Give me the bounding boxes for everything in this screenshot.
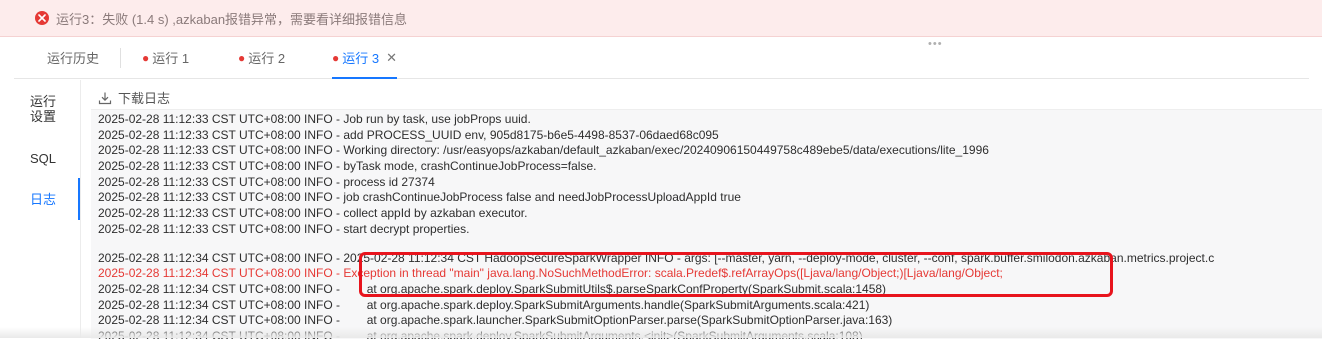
detail-sidebar: 运行 设置 SQL 日志 [14, 78, 84, 338]
close-circle-icon [35, 11, 49, 25]
download-log-label: 下载日志 [118, 91, 171, 106]
tab-run-history[interactable]: 运行历史 [47, 37, 99, 78]
log-line: 2025-02-28 11:12:33 CST UTC+08:00 INFO -… [98, 112, 531, 126]
log-line: 2025-02-28 11:12:33 CST UTC+08:00 INFO -… [98, 127, 719, 142]
log-line: 2025-02-28 11:12:33 CST UTC+08:00 INFO -… [98, 221, 470, 236]
close-icon[interactable]: ✕ [386, 50, 397, 66]
tab-label: 运行 3 [342, 51, 380, 66]
alert-message: 运行3：失败 (1.4 s) ,azkaban报错异常，需要看详细报错信息 [56, 11, 408, 27]
tab-run-2[interactable]: ● 运行 2 [238, 37, 285, 78]
error-dot-icon: ● [332, 50, 340, 65]
drag-handle-icon[interactable]: ••• [928, 38, 943, 50]
tab-run-3[interactable]: ● 运行 3 ✕ [332, 37, 397, 79]
error-dot-icon: ● [238, 50, 246, 65]
log-line: 2025-02-28 11:12:34 CST UTC+08:00 INFO -… [98, 250, 1215, 265]
log-line: 2025-02-28 11:12:33 CST UTC+08:00 INFO -… [98, 190, 741, 205]
log-line: 2025-02-28 11:12:33 CST UTC+08:00 INFO -… [98, 143, 989, 158]
log-lines: 2025-02-28 11:12:33 CST UTC+08:00 INFO -… [98, 112, 1322, 339]
download-log-button[interactable]: 下载日志 [98, 88, 170, 107]
error-dot-icon: ● [142, 50, 150, 65]
sidebar-item-run-settings[interactable]: 运行 设置 [30, 94, 56, 124]
log-line: 2025-02-28 11:12:33 CST UTC+08:00 INFO -… [98, 159, 597, 174]
sidebar-item-log[interactable]: 日志 [30, 192, 56, 207]
panel-bottom-shadow [0, 327, 1322, 338]
sidebar-divider [80, 80, 81, 338]
sidebar-item-sql[interactable]: SQL [30, 151, 56, 166]
log-line: 2025-02-28 11:12:33 CST UTC+08:00 INFO -… [98, 174, 435, 189]
tab-label: 运行 2 [248, 51, 286, 66]
log-line-error: 2025-02-28 11:12:34 CST UTC+08:00 INFO -… [98, 266, 1003, 281]
download-icon [98, 92, 112, 104]
tab-label: 运行历史 [47, 51, 100, 66]
log-line: 2025-02-28 11:12:34 CST UTC+08:00 INFO -… [98, 297, 870, 312]
log-output-panel[interactable]: 2025-02-28 11:12:33 CST UTC+08:00 INFO -… [91, 109, 1322, 339]
tab-label: 运行 1 [152, 51, 190, 66]
log-line: 2025-02-28 11:12:34 CST UTC+08:00 INFO -… [98, 281, 887, 296]
tab-divider [120, 48, 121, 68]
error-alert-bar: 运行3：失败 (1.4 s) ,azkaban报错异常，需要看详细报错信息 [0, 0, 1322, 37]
run-tabs: 运行历史 ● 运行 1 ● 运行 2 ● 运行 3 ✕ ••• [14, 37, 1309, 79]
tab-run-1[interactable]: ● 运行 1 [142, 37, 189, 78]
log-line: 2025-02-28 11:12:33 CST UTC+08:00 INFO -… [98, 206, 528, 221]
